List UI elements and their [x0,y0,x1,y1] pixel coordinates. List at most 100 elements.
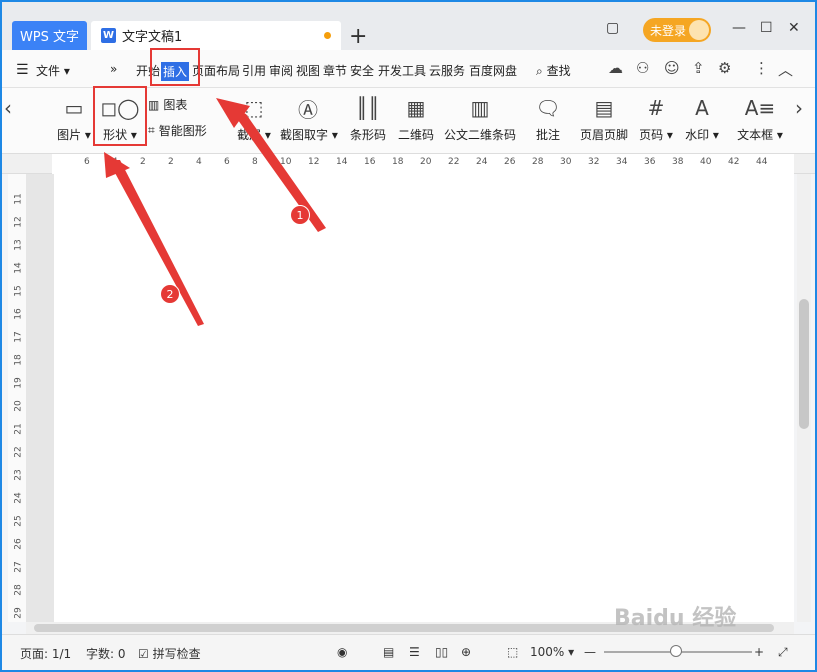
header-footer-icon: ▤ [594,96,614,120]
ruler-tick: 20 [420,157,432,167]
ruler-tick: 36 [644,157,656,167]
ruler-tick: 2 [168,157,174,167]
search-button[interactable]: ⌕ 查找 [536,62,571,79]
ruler-tick: 30 [560,157,572,167]
qrcode-button[interactable]: ▦ 二维码 [396,94,436,143]
vruler-tick: 16 [13,308,24,320]
vertical-ruler: 11 12 13 14 15 16 17 18 19 20 21 22 23 24 25 26 27 28 29 [8,174,26,622]
watermark-button[interactable]: A 水印 ▾ [682,94,722,143]
vruler-tick: 11 [13,193,24,205]
cloud-sync-icon[interactable]: ☁ [608,59,623,77]
page-count[interactable]: 页面: 1/1 [20,645,71,662]
ribbon-scroll-right-icon[interactable]: › [795,94,803,122]
ruler-tick: 22 [448,157,460,167]
ruler-tick: 8 [252,157,258,167]
textbox-icon: A≡ [744,96,776,120]
file-menu[interactable]: 文件 ▾ [36,62,70,79]
document-page[interactable] [54,174,794,622]
layout-icon[interactable]: ▢ [606,20,619,36]
app-tab[interactable]: WPS 文字 [12,21,87,50]
page-number-icon: # [647,96,665,120]
spell-check[interactable]: ☑ 拼写检查 [138,645,201,662]
ruler-tick: 34 [616,157,628,167]
barcode-button[interactable]: ║║ 条形码 [348,94,388,143]
web-view-icon[interactable]: ⊕ [461,645,471,659]
vruler-tick: 29 [13,607,24,619]
ruler-tick: 2 [140,157,146,167]
tab-view[interactable]: 视图 [296,62,320,79]
tab-security[interactable]: 安全 [350,62,374,79]
zoom-slider-thumb[interactable] [670,645,682,657]
ruler-tick: 28 [532,157,544,167]
picture-button[interactable]: ▭ 图片 ▾ [54,94,94,143]
vertical-scroll-thumb[interactable] [799,299,809,429]
tab-developer[interactable]: 开发工具 [378,62,426,79]
fit-page-icon[interactable]: ⬚ [507,645,518,659]
vruler-tick: 24 [13,492,24,504]
page-number-button[interactable]: # 页码 ▾ [638,94,674,143]
tab-reference[interactable]: 引用 [242,62,266,79]
minimize-icon[interactable]: — [732,20,746,36]
settings-gear-icon[interactable]: ⚙ [718,59,731,77]
ruler-tick: 32 [588,157,600,167]
tab-chapter[interactable]: 章节 [323,62,347,79]
tab-cloud[interactable]: 云服务 [429,62,465,79]
ruler-tick: 40 [700,157,712,167]
vruler-tick: 15 [13,285,24,297]
login-button[interactable]: 未登录 [643,18,711,42]
eye-protection-icon[interactable]: ◉ [337,645,347,659]
screenshot-button[interactable]: ⬚ 截屏 ▾ [236,94,272,143]
ruler-tick: 6 [224,157,230,167]
export-icon[interactable]: ⇪ [692,59,705,77]
header-footer-button[interactable]: ▤ 页眉页脚 [578,94,630,143]
horizontal-ruler: 6 4 2 2 4 6 8 10 12 14 16 18 20 22 24 26 28 30 32 34 36 38 40 4… [2,154,815,174]
ruler-tick: 14 [336,157,348,167]
maximize-icon[interactable]: ☐ [760,20,773,36]
ocr-icon: Ⓐ [298,97,318,122]
vruler-tick: 12 [13,216,24,228]
vruler-tick: 25 [13,515,24,527]
comment-add-icon: 🗨 [535,96,561,120]
pdf417-icon: ▥ [470,96,490,120]
tab-review[interactable]: 审阅 [269,62,293,79]
outline-view-icon[interactable]: ☰ [409,645,420,659]
ocr-button[interactable]: Ⓐ 截图取字 ▾ [280,94,338,143]
watermark-icon: A [695,96,709,120]
vruler-tick: 28 [13,584,24,596]
vruler-tick: 26 [13,538,24,550]
document-canvas [26,174,794,622]
title-bar: WPS 文字 W 文字文稿1 + ▢ 未登录 — ☐ ✕ [2,2,815,50]
smartart-button[interactable]: ⌗ 智能图形 [148,122,207,139]
reading-view-icon[interactable]: ▯▯ [435,645,448,659]
word-count[interactable]: 字数: 0 [86,645,126,662]
vruler-tick: 17 [13,331,24,343]
comment-icon[interactable]: ☺ [664,59,680,77]
tab-baidu-netdisk[interactable]: 百度网盘 [469,62,517,79]
fullscreen-icon[interactable]: ⤢ [778,645,788,660]
textbox-button[interactable]: A≡ 文本框 ▾ [736,94,784,143]
ribbon-scroll-left-icon[interactable]: ‹ [4,94,12,122]
close-icon[interactable]: ✕ [788,20,800,36]
page-view-icon[interactable]: ▤ [383,645,394,659]
zoom-out-icon[interactable]: — [584,645,596,659]
vruler-tick: 19 [13,377,24,389]
pdf417-button[interactable]: ▥ 公文二维条码 [442,94,518,143]
unsaved-dot-icon [324,32,331,39]
more-tabs-icon[interactable]: » [110,62,117,76]
search-icon: ⌕ [536,64,543,78]
document-tab-label: 文字文稿1 [122,30,183,45]
document-tab[interactable]: W 文字文稿1 [91,21,341,50]
collapse-ribbon-icon[interactable]: ︿ [778,59,793,80]
comment-button[interactable]: 🗨 批注 [532,94,564,143]
zoom-select[interactable]: 100% ▾ [530,645,574,659]
vruler-tick: 22 [13,446,24,458]
vertical-scrollbar[interactable] [797,174,811,622]
share-user-icon[interactable]: ⚇ [636,59,649,77]
add-tab-button[interactable]: + [349,24,367,49]
annotation-badge-1: 1 [290,205,310,225]
chart-button[interactable]: ▥ 图表 [148,96,187,113]
more-options-icon[interactable]: ⋮ [754,59,769,77]
zoom-in-icon[interactable]: + [754,645,764,659]
hamburger-icon[interactable]: ☰ [16,62,29,78]
highlight-shape-button [93,86,147,146]
